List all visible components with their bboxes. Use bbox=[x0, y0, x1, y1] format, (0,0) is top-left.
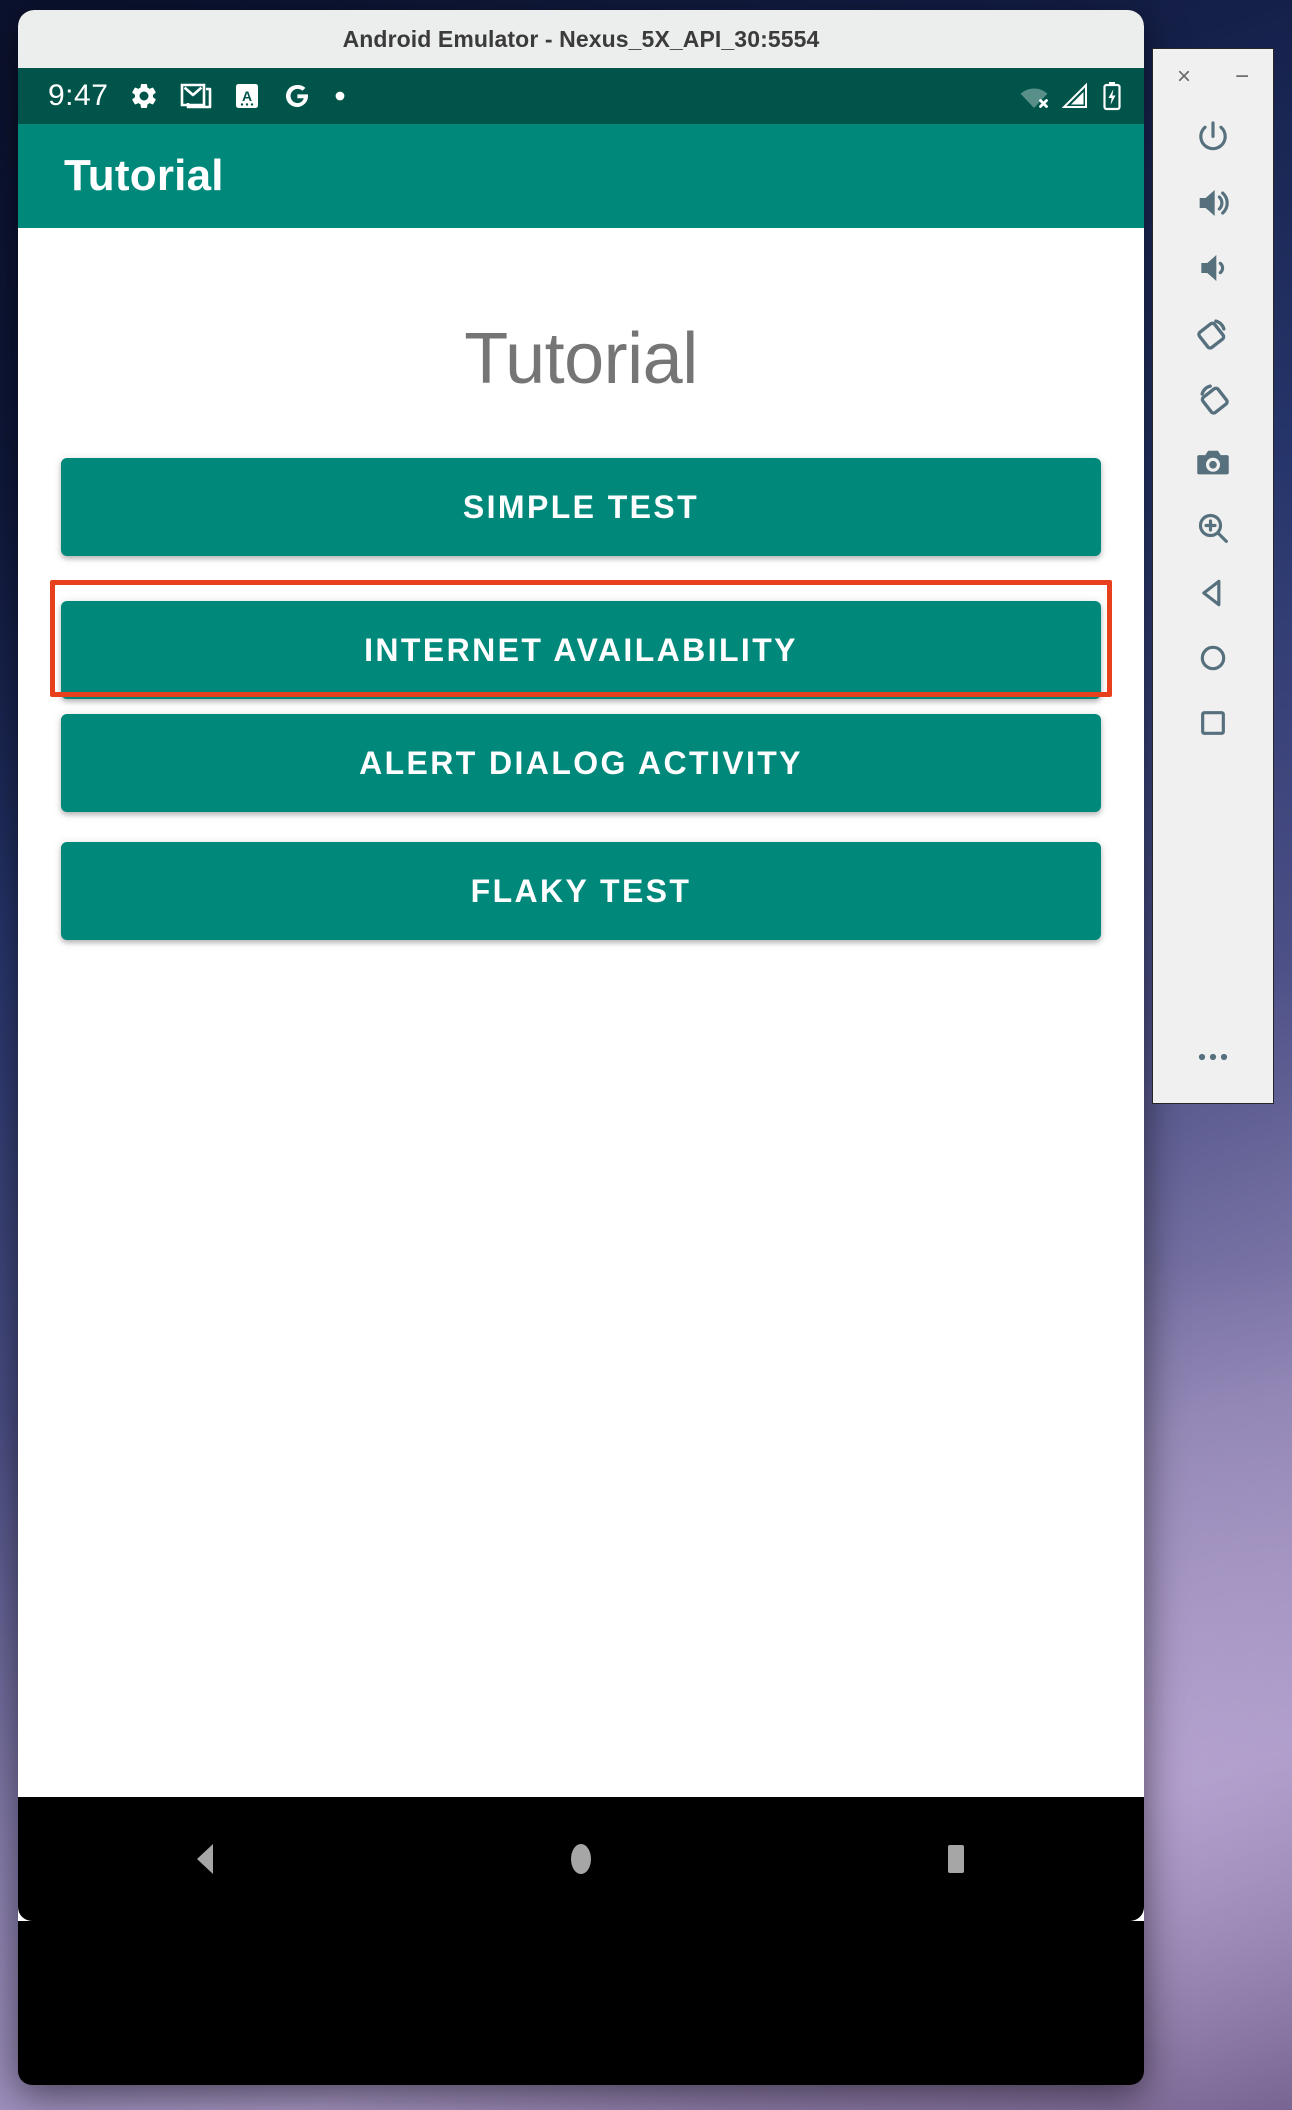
android-recents-button[interactable] bbox=[896, 1809, 1016, 1909]
app-bar: Tutorial bbox=[18, 124, 1144, 228]
google-g-icon bbox=[282, 81, 312, 111]
more-ellipsis-button[interactable] bbox=[1153, 1024, 1273, 1089]
flaky-test-row: FLAKY TEST bbox=[18, 842, 1144, 970]
simple-test-button[interactable]: SIMPLE TEST bbox=[61, 458, 1101, 556]
overview-button[interactable] bbox=[1153, 690, 1273, 755]
home-button[interactable] bbox=[1153, 625, 1273, 690]
app-content-area: Tutorial SIMPLE TEST INTERNET AVAILABILI… bbox=[18, 228, 1144, 1921]
alert-dialog-activity-button[interactable]: ALERT DIALOG ACTIVITY bbox=[61, 714, 1101, 812]
back-button[interactable] bbox=[1153, 560, 1273, 625]
wifi-off-icon bbox=[1018, 82, 1050, 110]
window-title: Android Emulator - Nexus_5X_API_30:5554 bbox=[342, 25, 820, 52]
android-emulator-window: Android Emulator - Nexus_5X_API_30:5554 … bbox=[18, 10, 1144, 2085]
button-list: SIMPLE TEST INTERNET AVAILABILITY ALERT … bbox=[18, 458, 1144, 970]
zoom-magnifier-button[interactable] bbox=[1153, 495, 1273, 560]
internet-availability-button[interactable]: INTERNET AVAILABILITY bbox=[61, 601, 1101, 699]
battery-charging-icon bbox=[1102, 81, 1122, 111]
flaky-test-button[interactable]: FLAKY TEST bbox=[61, 842, 1101, 940]
status-bar-clock: 9:47 bbox=[48, 79, 109, 112]
rotate-left-button[interactable] bbox=[1153, 300, 1273, 365]
volume-down-button[interactable] bbox=[1153, 235, 1273, 300]
status-bar-right-group bbox=[1018, 81, 1122, 111]
status-bar-left-group: 9:47 A bbox=[48, 81, 1018, 111]
notification-dot-icon bbox=[333, 89, 347, 103]
minimize-icon[interactable]: − bbox=[1229, 64, 1255, 90]
emulator-window-controls: × − bbox=[1153, 49, 1273, 105]
app-bar-title: Tutorial bbox=[64, 151, 224, 200]
screenshot-camera-button[interactable] bbox=[1153, 430, 1273, 495]
desktop-background: Android Emulator - Nexus_5X_API_30:5554 … bbox=[0, 0, 1292, 2110]
rotate-right-button[interactable] bbox=[1153, 365, 1273, 430]
android-navigation-bar bbox=[18, 1797, 1144, 1921]
simple-test-row: SIMPLE TEST bbox=[18, 458, 1144, 586]
app-a-icon: A bbox=[233, 81, 261, 111]
page-title: Tutorial bbox=[464, 319, 698, 399]
internet-availability-row: INTERNET AVAILABILITY bbox=[18, 580, 1144, 714]
svg-text:A: A bbox=[242, 88, 252, 104]
settings-gear-icon bbox=[129, 81, 159, 111]
cellular-signal-icon bbox=[1062, 82, 1090, 110]
power-button[interactable] bbox=[1153, 105, 1273, 170]
volume-up-button[interactable] bbox=[1153, 170, 1273, 235]
android-home-button[interactable] bbox=[521, 1809, 641, 1909]
android-status-bar: 9:47 A bbox=[18, 68, 1144, 124]
android-back-button[interactable] bbox=[146, 1809, 266, 1909]
gmail-icon bbox=[180, 81, 212, 111]
emulator-side-toolbar: × − bbox=[1152, 48, 1274, 1104]
alert-dialog-activity-row: ALERT DIALOG ACTIVITY bbox=[18, 714, 1144, 842]
close-icon[interactable]: × bbox=[1171, 64, 1197, 90]
window-titlebar: Android Emulator - Nexus_5X_API_30:5554 bbox=[18, 10, 1144, 68]
